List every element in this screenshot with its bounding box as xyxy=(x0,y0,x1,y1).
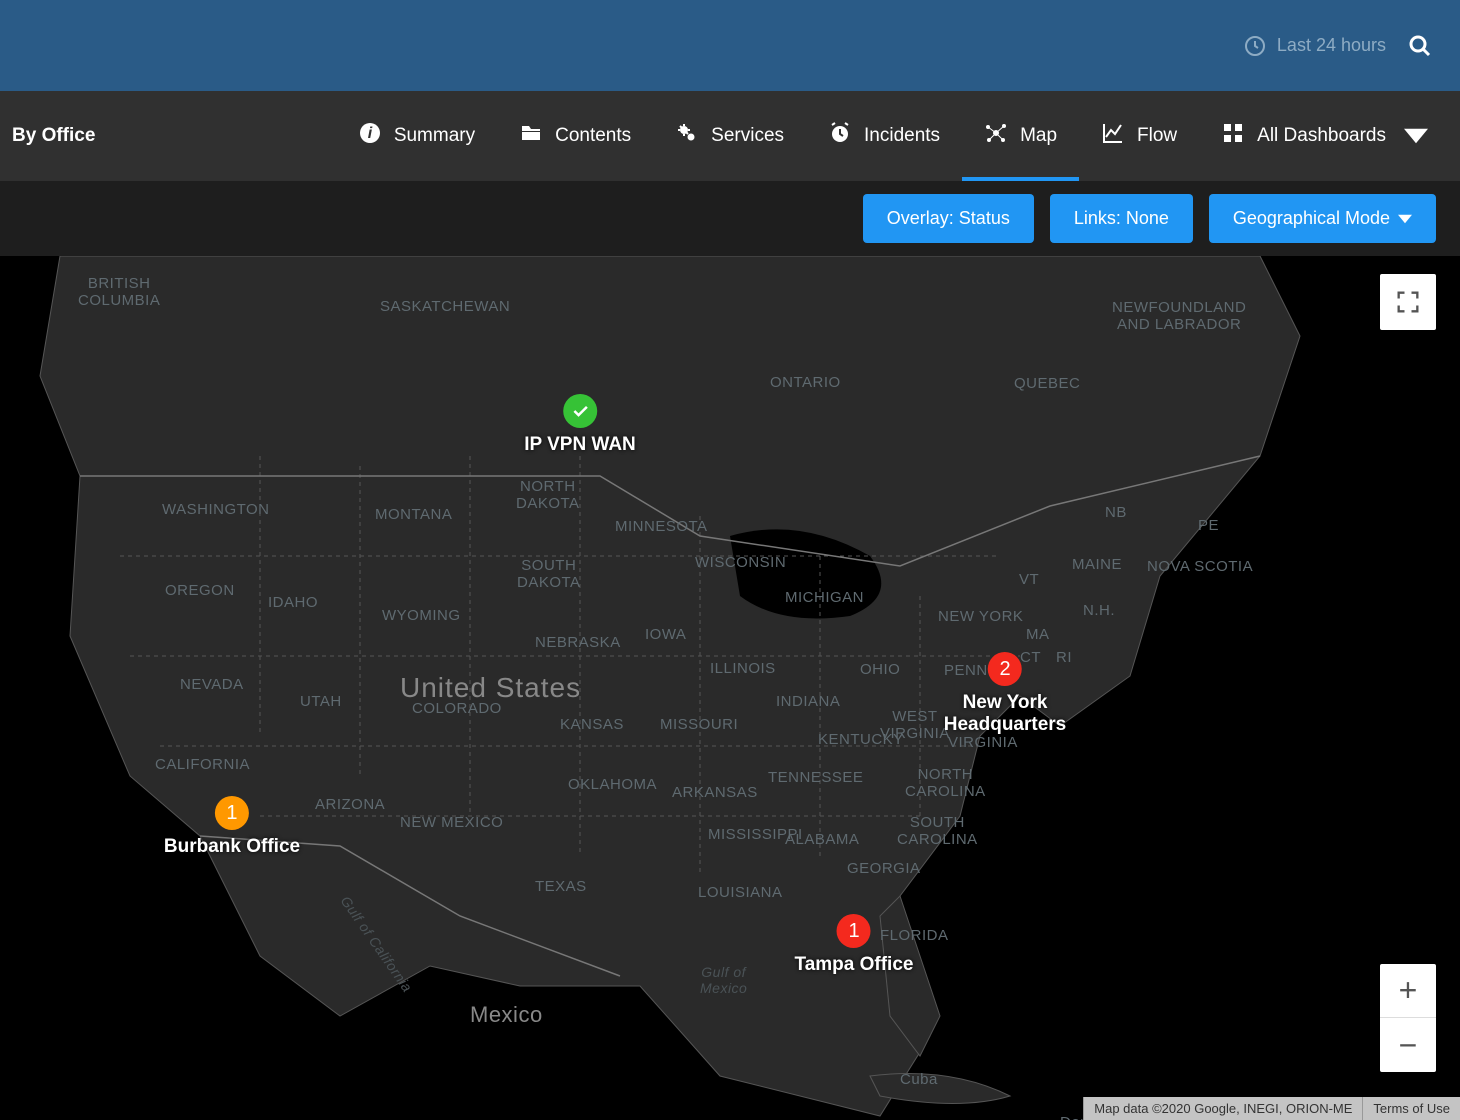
map-node-burbank-office[interactable]: 1 Burbank Office xyxy=(164,796,300,858)
mode-button[interactable]: Geographical Mode xyxy=(1209,194,1436,243)
alarm-icon xyxy=(828,121,852,151)
tab-label: Map xyxy=(1020,125,1057,147)
node-label: New York Headquarters xyxy=(944,692,1067,736)
map-node-new-york-headquarters[interactable]: 2 New York Headquarters xyxy=(944,652,1067,736)
tab-contents[interactable]: Contents xyxy=(497,91,653,181)
folder-icon xyxy=(519,121,543,151)
map-node-ip-vpn-wan[interactable]: IP VPN WAN xyxy=(524,394,636,456)
tab-label: Flow xyxy=(1137,125,1177,147)
zoom-in-button[interactable]: + xyxy=(1380,964,1436,1018)
map-controls-bar: Overlay: Status Links: None Geographical… xyxy=(0,181,1460,256)
nav-bar: By Office i Summary Contents Services Incide… xyxy=(0,91,1460,181)
tab-summary[interactable]: i Summary xyxy=(336,91,497,181)
tab-map[interactable]: Map xyxy=(962,91,1079,181)
page-title: By Office xyxy=(12,125,95,147)
tab-all-dashboards[interactable]: All Dashboards xyxy=(1199,91,1450,181)
top-header: Last 24 hours xyxy=(0,0,1460,91)
node-label: Burbank Office xyxy=(164,836,300,858)
tab-incidents[interactable]: Incidents xyxy=(806,91,962,181)
check-icon xyxy=(570,401,590,421)
network-icon xyxy=(984,121,1008,151)
fullscreen-button[interactable] xyxy=(1380,274,1436,330)
status-badge: 2 xyxy=(988,652,1022,686)
tab-label: Services xyxy=(711,125,784,147)
chevron-down-icon xyxy=(1404,124,1428,148)
map-node-tampa-office[interactable]: 1 Tampa Office xyxy=(795,914,914,976)
chevron-down-icon xyxy=(1398,212,1412,226)
time-range-label: Last 24 hours xyxy=(1277,35,1386,56)
status-badge xyxy=(563,394,597,428)
info-icon: i xyxy=(358,121,382,151)
time-range-selector[interactable]: Last 24 hours xyxy=(1243,34,1386,58)
links-button[interactable]: Links: None xyxy=(1050,194,1193,243)
attribution-terms[interactable]: Terms of Use xyxy=(1362,1097,1460,1120)
tab-services[interactable]: Services xyxy=(653,91,806,181)
search-icon[interactable] xyxy=(1408,34,1432,58)
grid-icon xyxy=(1221,121,1245,151)
tab-label: Incidents xyxy=(864,125,940,147)
tab-label: Summary xyxy=(394,125,475,147)
zoom-out-button[interactable]: − xyxy=(1380,1018,1436,1072)
map-canvas[interactable]: BRITISH COLUMBIASASKATCHEWANONTARIOQUEBE… xyxy=(0,256,1460,1120)
clock-icon xyxy=(1243,34,1267,58)
map-attribution: Map data ©2020 Google, INEGI, ORION-ME T… xyxy=(1083,1097,1460,1120)
tab-flow[interactable]: Flow xyxy=(1079,91,1199,181)
node-label: IP VPN WAN xyxy=(524,434,636,456)
gears-icon xyxy=(675,121,699,151)
status-badge: 1 xyxy=(215,796,249,830)
fullscreen-icon xyxy=(1394,288,1422,316)
attribution-data[interactable]: Map data ©2020 Google, INEGI, ORION-ME xyxy=(1083,1097,1362,1120)
node-label: Tampa Office xyxy=(795,954,914,976)
tab-label: Contents xyxy=(555,125,631,147)
overlay-button[interactable]: Overlay: Status xyxy=(863,194,1034,243)
status-badge: 1 xyxy=(837,914,871,948)
svg-text:i: i xyxy=(368,125,373,142)
chart-icon xyxy=(1101,121,1125,151)
map-background xyxy=(0,256,1460,1120)
tab-label: All Dashboards xyxy=(1257,125,1386,147)
zoom-controls: + − xyxy=(1380,964,1436,1072)
